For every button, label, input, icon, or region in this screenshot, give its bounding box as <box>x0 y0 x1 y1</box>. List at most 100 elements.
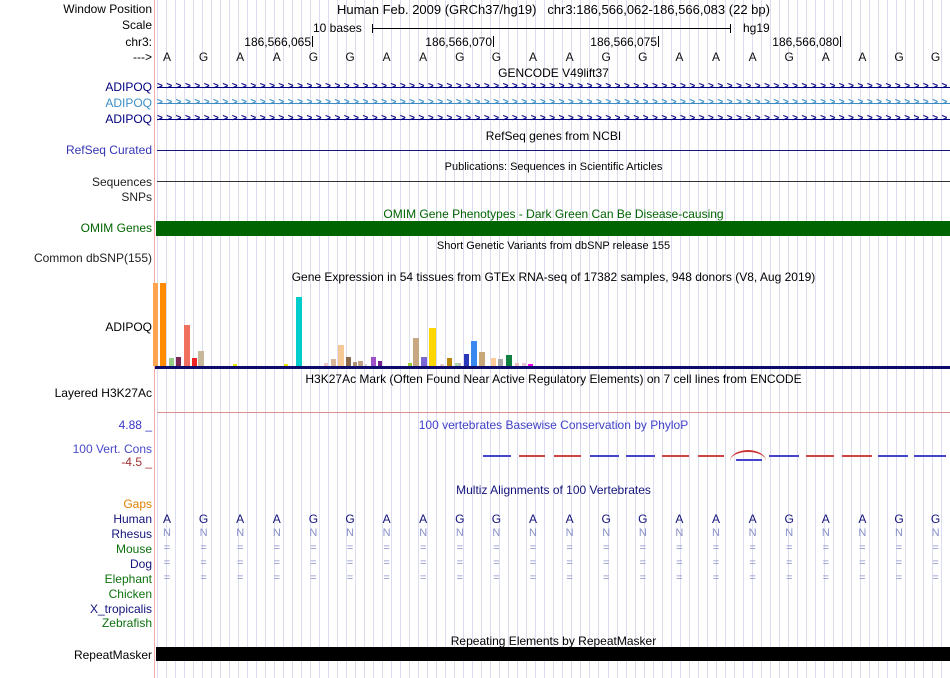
gtex-bar[interactable] <box>284 364 288 366</box>
gtex-bar[interactable] <box>331 359 336 366</box>
gtex-bar[interactable] <box>160 283 166 366</box>
phylop-dash[interactable] <box>914 455 946 457</box>
phylop-dash[interactable] <box>483 455 511 457</box>
phylop-dash[interactable] <box>590 455 619 457</box>
phylop-dash[interactable] <box>769 455 799 457</box>
phylop-dash[interactable] <box>806 455 834 457</box>
gencode-transcript-1[interactable]: >>>>>>>>>>>>>>>>>>>>>>>>>>>>>>>>>>>>>>>>… <box>157 82 950 92</box>
track-label-adipoq-1[interactable]: ADIPOQ <box>0 81 152 94</box>
species-label-zebrafish[interactable]: Zebrafish <box>0 617 152 630</box>
h3k27ac-title[interactable]: H3K27Ac Mark (Often Found Near Active Re… <box>157 373 950 386</box>
dbsnp-title[interactable]: Short Genetic Variants from dbSNP releas… <box>157 240 950 253</box>
phylop-dash[interactable] <box>519 455 545 457</box>
track-label-layered-h3k27ac[interactable]: Layered H3K27Ac <box>0 387 152 400</box>
gtex-bar[interactable] <box>338 345 344 366</box>
h3k27ac-baseline[interactable] <box>157 412 950 413</box>
gtex-bar[interactable] <box>408 363 412 366</box>
species-label-mouse[interactable]: Mouse <box>0 543 152 556</box>
gencode-transcript-2[interactable]: >>>>>>>>>>>>>>>>>>>>>>>>>>>>>>>>>>>>>>>>… <box>157 98 950 108</box>
gtex-bar[interactable] <box>371 357 376 366</box>
gtex-bar[interactable] <box>192 358 197 366</box>
gtex-bar[interactable] <box>296 297 302 366</box>
gtex-bar[interactable] <box>458 363 461 366</box>
multiz-mouse-mark: = <box>530 543 536 554</box>
gtex-title[interactable]: Gene Expression in 54 tissues from GTEx … <box>157 271 950 284</box>
track-label-omim-genes[interactable]: OMIM Genes <box>0 222 152 235</box>
gtex-bar[interactable] <box>471 341 477 366</box>
phylop-peak-underline[interactable] <box>736 459 762 461</box>
gtex-bar[interactable] <box>198 351 204 366</box>
gtex-bar[interactable] <box>464 354 469 366</box>
phylop-dash[interactable] <box>698 455 724 457</box>
multiz-rhesus-mark: N <box>200 528 208 539</box>
gtex-bar[interactable] <box>169 358 174 366</box>
multiz-mouse-mark: = <box>859 543 865 554</box>
publications-title[interactable]: Publications: Sequences in Scientific Ar… <box>157 161 950 174</box>
gencode-title[interactable]: GENCODE V49lift37 <box>157 67 950 80</box>
track-label-adipoq-3[interactable]: ADIPOQ <box>0 113 152 126</box>
track-label-gtex-adipoq[interactable]: ADIPOQ <box>0 321 152 334</box>
gtex-bar[interactable] <box>346 357 351 366</box>
multiz-title[interactable]: Multiz Alignments of 100 Vertebrates <box>157 484 950 497</box>
refseq-curated-line[interactable] <box>157 150 950 151</box>
track-label-common-dbsnp[interactable]: Common dbSNP(155) <box>0 252 152 265</box>
position-tick <box>493 36 494 47</box>
gtex-bar[interactable] <box>447 358 452 366</box>
gtex-bar[interactable] <box>515 363 519 366</box>
species-label-human[interactable]: Human <box>0 513 152 526</box>
phylop-title[interactable]: 100 vertebrates Basewise Conservation by… <box>157 419 950 432</box>
human-base-letter: A <box>749 513 757 525</box>
phylop-dash[interactable] <box>842 455 872 457</box>
gtex-bar[interactable] <box>429 328 436 366</box>
omim-title[interactable]: OMIM Gene Phenotypes - Dark Green Can Be… <box>157 208 950 221</box>
species-label-chicken[interactable]: Chicken <box>0 588 152 601</box>
gtex-bar[interactable] <box>364 364 367 366</box>
gtex-bar[interactable] <box>153 283 158 366</box>
gtex-bar[interactable] <box>421 357 427 366</box>
gtex-bar[interactable] <box>324 363 328 366</box>
ruler-end-tick <box>730 24 731 33</box>
gtex-bar[interactable] <box>440 364 444 366</box>
gtex-bar[interactable] <box>506 355 512 366</box>
species-label-gaps[interactable]: Gaps <box>0 498 152 511</box>
track-label-snps[interactable]: SNPs <box>0 191 152 204</box>
multiz-mouse-mark: = <box>457 543 463 554</box>
genome-browser-image: Human Feb. 2009 (GRCh37/hg19) chr3:186,5… <box>0 0 950 678</box>
gtex-bar[interactable] <box>528 364 533 366</box>
gtex-bar[interactable] <box>353 362 357 366</box>
phylop-dash[interactable] <box>554 455 581 457</box>
omim-genes-bar[interactable] <box>156 221 950 236</box>
track-label-sequences[interactable]: Sequences <box>0 176 152 189</box>
gtex-bar[interactable] <box>522 363 526 366</box>
phylop-dash[interactable] <box>626 455 655 457</box>
refseq-title[interactable]: RefSeq genes from NCBI <box>157 130 950 143</box>
phylop-dash[interactable] <box>662 455 689 457</box>
gtex-bar[interactable] <box>233 364 237 366</box>
gtex-bar[interactable] <box>378 361 382 366</box>
gtex-baseline[interactable] <box>155 366 950 369</box>
gtex-bar[interactable] <box>184 325 190 366</box>
repeatmasker-bar[interactable] <box>156 647 950 661</box>
phylop-dash[interactable] <box>878 455 908 457</box>
track-label-adipoq-2[interactable]: ADIPOQ <box>0 97 152 110</box>
multiz-elephant-mark: = <box>310 573 316 584</box>
multiz-mouse-mark: = <box>749 543 755 554</box>
gtex-bar[interactable] <box>176 357 181 366</box>
multiz-rhesus-mark: N <box>858 528 866 539</box>
species-label-dog[interactable]: Dog <box>0 558 152 571</box>
track-label-refseq-curated[interactable]: RefSeq Curated <box>0 144 152 157</box>
species-label-rhesus[interactable]: Rhesus <box>0 528 152 541</box>
species-label-elephant[interactable]: Elephant <box>0 573 152 586</box>
multiz-dog-mark: = <box>457 558 463 569</box>
human-base-letter: A <box>822 513 830 525</box>
gtex-bar[interactable] <box>413 338 419 366</box>
gtex-bar[interactable] <box>498 359 503 366</box>
gtex-bar[interactable] <box>479 352 485 366</box>
track-label-repeatmasker[interactable]: RepeatMasker <box>0 649 152 662</box>
gencode-transcript-3[interactable]: >>>>>>>>>>>>>>>>>>>>>>>>>>>>>>>>>>>>>>>>… <box>157 114 950 124</box>
sequences-line[interactable] <box>157 181 950 182</box>
gtex-bar[interactable] <box>491 358 496 366</box>
multiz-rhesus-mark: N <box>566 528 574 539</box>
species-label-x-tropicalis[interactable]: X_tropicalis <box>0 603 152 616</box>
gtex-bar[interactable] <box>358 361 363 366</box>
